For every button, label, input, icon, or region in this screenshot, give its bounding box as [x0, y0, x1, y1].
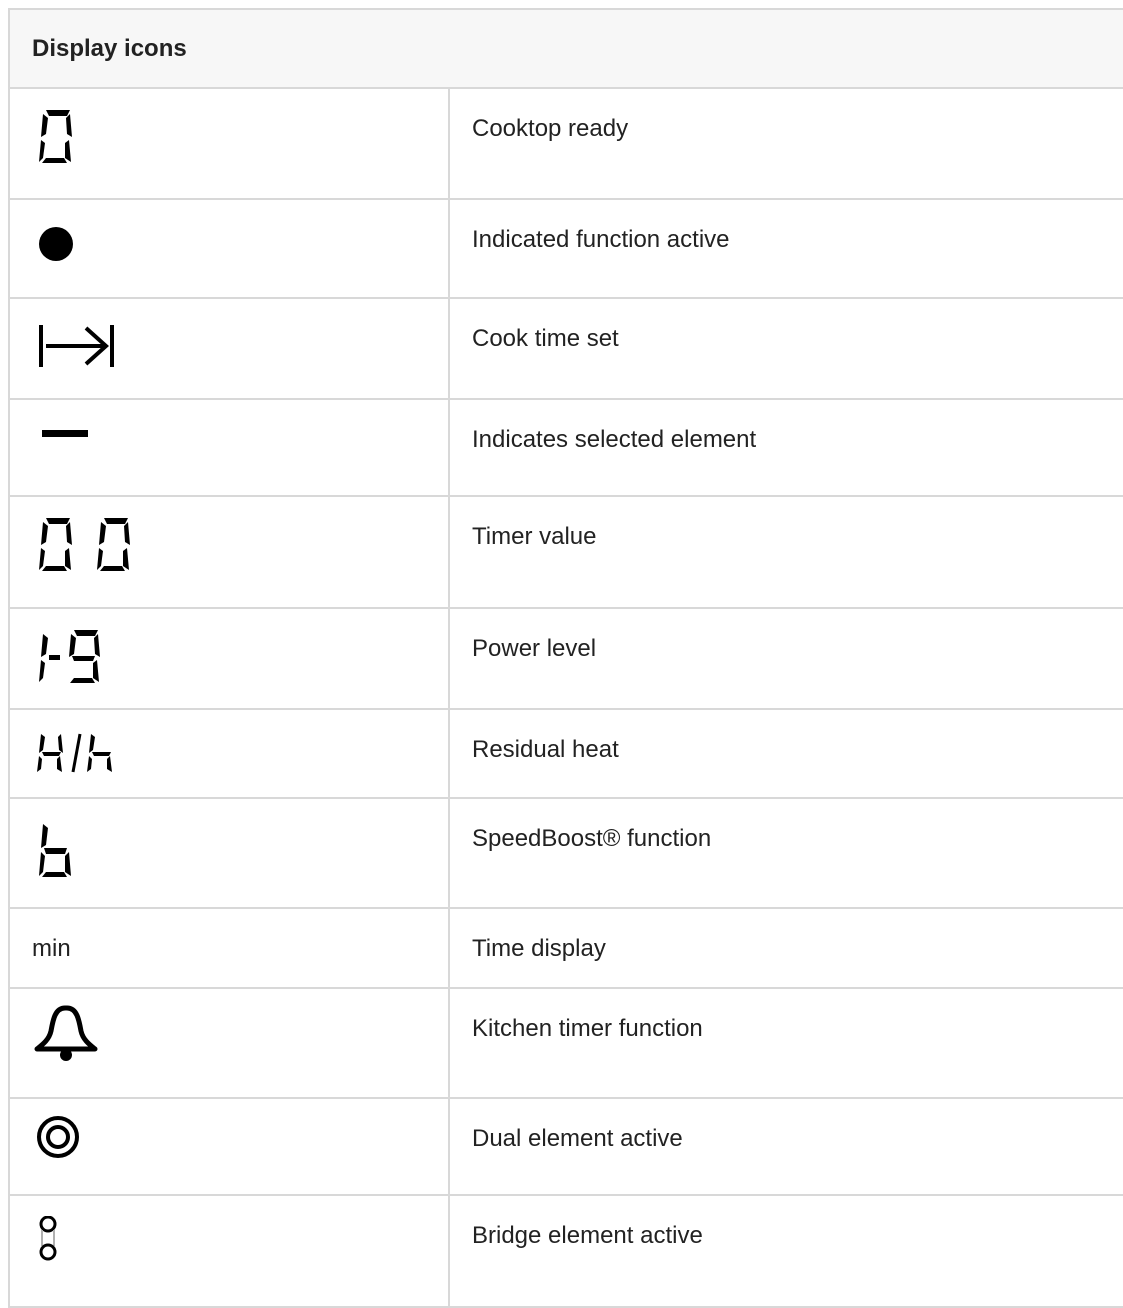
seven-segment-b-icon — [39, 824, 71, 877]
row-description: Indicates selected element — [448, 398, 1123, 497]
row-description: Time display — [448, 907, 1123, 989]
seven-segment-h-icon — [37, 733, 112, 773]
table-row: Timer value — [8, 495, 1123, 609]
table-row: Dual element active — [8, 1097, 1123, 1196]
row-description: Kitchen timer function — [448, 987, 1123, 1099]
row-description: Cook time set — [448, 297, 1123, 400]
table-row: SpeedBoost® function — [8, 797, 1123, 909]
table-row: Bridge element active — [8, 1194, 1123, 1308]
seven-segment-1-9-icon — [39, 630, 100, 683]
table-row: Indicates selected element — [8, 398, 1123, 497]
row-description: Cooktop ready — [448, 87, 1123, 200]
dash-icon — [42, 430, 88, 437]
table-row: Kitchen timer function — [8, 987, 1123, 1099]
concentric-rings-icon — [37, 1116, 79, 1158]
table-header-row: Display icons — [8, 8, 1123, 89]
seven-segment-double-zero-icon — [39, 518, 130, 571]
table-row: Cook time set — [8, 297, 1123, 400]
seven-segment-zero-icon — [39, 110, 72, 163]
row-description: Indicated function active — [448, 198, 1123, 299]
row-description: Bridge element active — [448, 1194, 1123, 1308]
min-label: min — [32, 935, 71, 962]
table-row: Cooktop ready — [8, 87, 1123, 200]
table-row: Residual heat — [8, 708, 1123, 799]
row-description: Timer value — [448, 495, 1123, 609]
cook-time-arrow-icon — [39, 325, 114, 367]
bell-icon — [34, 1005, 98, 1061]
table-row: Power level — [8, 607, 1123, 710]
row-description: Residual heat — [448, 708, 1123, 799]
table-title: Display icons — [8, 8, 1123, 89]
display-icons-table: Display icons Cooktop ready Indicated fu… — [8, 8, 1123, 1308]
table-row: min Time display — [8, 907, 1123, 989]
table-row: Indicated function active — [8, 198, 1123, 299]
row-description: Dual element active — [448, 1097, 1123, 1196]
bridge-circles-icon — [39, 1216, 57, 1261]
filled-dot-icon — [39, 227, 73, 261]
row-description: Power level — [448, 607, 1123, 710]
row-description: SpeedBoost® function — [448, 797, 1123, 909]
